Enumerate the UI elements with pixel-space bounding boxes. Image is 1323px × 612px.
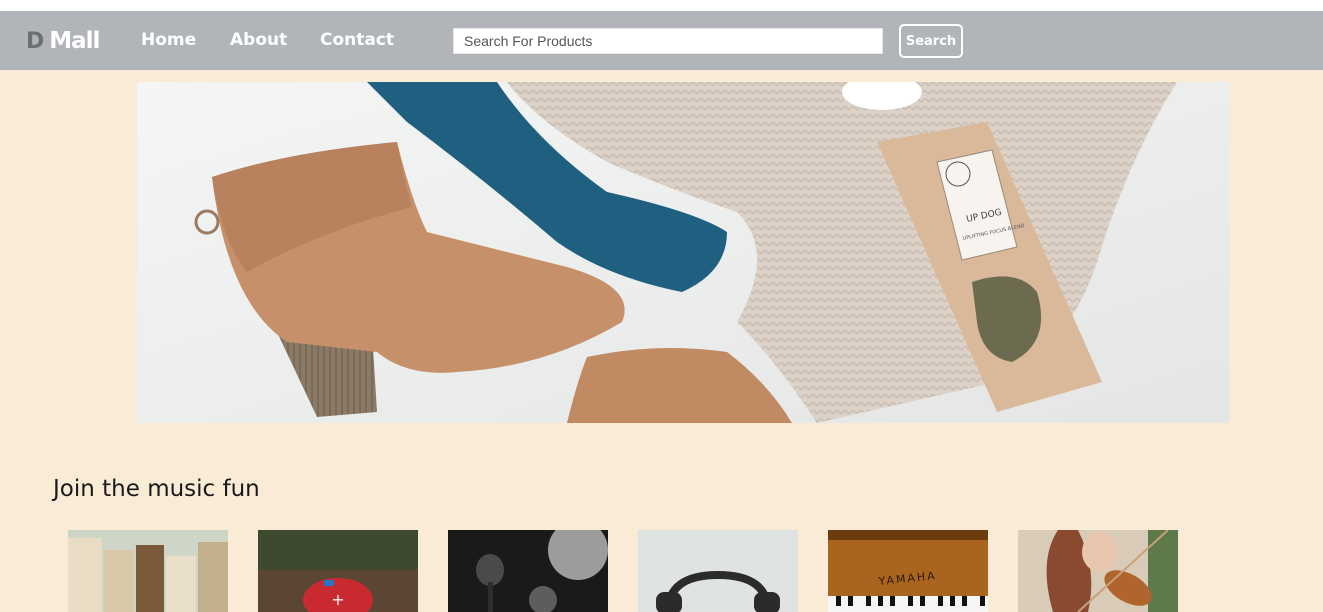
svg-text:+: + <box>331 590 344 609</box>
microphone-image <box>448 530 608 612</box>
nav-home[interactable]: Home <box>141 30 196 50</box>
headphones-image <box>638 530 798 612</box>
thumbnail-books[interactable] <box>68 530 228 612</box>
violin-image <box>1018 530 1178 612</box>
brand-logo[interactable]: D Mall <box>26 27 100 55</box>
hero-image: UP DOG UPLIFTING FOCUS BLEND <box>137 82 1229 423</box>
section-title: Join the music fun <box>53 476 260 502</box>
thumbnail-violin[interactable] <box>1018 530 1178 612</box>
thumbnail-speaker[interactable]: + <box>258 530 418 612</box>
top-strip <box>0 0 1323 11</box>
brand-name: Mall <box>49 28 100 54</box>
nav-about[interactable]: About <box>230 30 287 50</box>
thumbnail-microphone[interactable] <box>448 530 608 612</box>
speaker-image: + <box>258 530 418 612</box>
thumbnail-piano[interactable]: YAMAHA <box>828 530 988 612</box>
books-image <box>68 530 228 612</box>
search-button[interactable]: Search <box>899 24 963 58</box>
nav-contact[interactable]: Contact <box>320 30 394 50</box>
search-input[interactable] <box>453 28 883 54</box>
hero-banner: UP DOG UPLIFTING FOCUS BLEND <box>137 82 1229 423</box>
thumbnail-headphones[interactable] <box>638 530 798 612</box>
navbar: D Mall Home About Contact Search <box>0 11 1323 70</box>
piano-image: YAMAHA <box>828 530 988 612</box>
brand-icon: D <box>26 28 45 54</box>
